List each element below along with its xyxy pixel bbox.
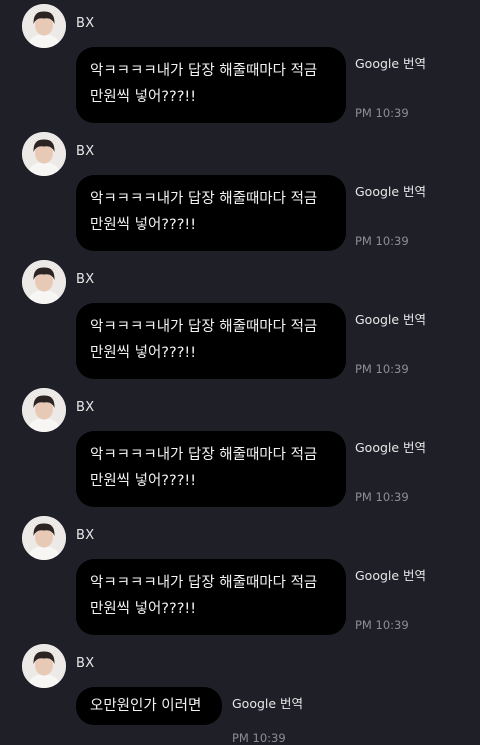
sender-name: BX [76, 16, 95, 31]
message-group: BX 악ㅋㅋㅋㅋ내가 답장 해줄때마다 적금 만원씩 넣어???!! Googl… [0, 0, 480, 128]
google-translate-link[interactable]: Google 번역 [232, 693, 303, 712]
message-group: BX 악ㅋㅋㅋㅋ내가 답장 해줄때마다 적금 만원씩 넣어???!! Googl… [0, 384, 480, 512]
sender-avatar[interactable] [22, 388, 66, 432]
avatar-photo-icon [22, 4, 66, 48]
message-bubble[interactable]: 오만원인가 이러면 [76, 687, 222, 725]
message-group: BX 오만원인가 이러면 Google 번역 PM 10:39 [0, 640, 480, 745]
message-bubble[interactable]: 악ㅋㅋㅋㅋ내가 답장 해줄때마다 적금 만원씩 넣어???!! [76, 431, 346, 507]
avatar-photo-icon [22, 132, 66, 176]
avatar-photo-icon [22, 516, 66, 560]
message-timestamp: PM 10:39 [355, 490, 409, 504]
sender-name: BX [76, 272, 95, 287]
message-bubble[interactable]: 악ㅋㅋㅋㅋ내가 답장 해줄때마다 적금 만원씩 넣어???!! [76, 559, 346, 635]
sender-name: BX [76, 528, 95, 543]
message-bubble[interactable]: 악ㅋㅋㅋㅋ내가 답장 해줄때마다 적금 만원씩 넣어???!! [76, 47, 346, 123]
google-translate-link[interactable]: Google 번역 [355, 53, 426, 72]
google-translate-link[interactable]: Google 번역 [355, 565, 426, 584]
google-translate-link[interactable]: Google 번역 [355, 437, 426, 456]
sender-avatar[interactable] [22, 516, 66, 560]
message-group: BX 악ㅋㅋㅋㅋ내가 답장 해줄때마다 적금 만원씩 넣어???!! Googl… [0, 128, 480, 256]
message-group: BX 악ㅋㅋㅋㅋ내가 답장 해줄때마다 적금 만원씩 넣어???!! Googl… [0, 256, 480, 384]
sender-avatar[interactable] [22, 4, 66, 48]
message-timestamp: PM 10:39 [355, 362, 409, 376]
sender-name: BX [76, 400, 95, 415]
sender-name: BX [76, 656, 95, 671]
sender-avatar[interactable] [22, 644, 66, 688]
message-group: BX 악ㅋㅋㅋㅋ내가 답장 해줄때마다 적금 만원씩 넣어???!! Googl… [0, 512, 480, 640]
message-timestamp: PM 10:39 [355, 106, 409, 120]
message-bubble[interactable]: 악ㅋㅋㅋㅋ내가 답장 해줄때마다 적금 만원씩 넣어???!! [76, 175, 346, 251]
avatar-photo-icon [22, 644, 66, 688]
avatar-photo-icon [22, 260, 66, 304]
google-translate-link[interactable]: Google 번역 [355, 181, 426, 200]
sender-avatar[interactable] [22, 132, 66, 176]
avatar-photo-icon [22, 388, 66, 432]
message-timestamp: PM 10:39 [355, 234, 409, 248]
chat-thread: BX 악ㅋㅋㅋㅋ내가 답장 해줄때마다 적금 만원씩 넣어???!! Googl… [0, 0, 480, 745]
sender-avatar[interactable] [22, 260, 66, 304]
message-timestamp: PM 10:39 [355, 618, 409, 632]
google-translate-link[interactable]: Google 번역 [355, 309, 426, 328]
sender-name: BX [76, 144, 95, 159]
message-bubble[interactable]: 악ㅋㅋㅋㅋ내가 답장 해줄때마다 적금 만원씩 넣어???!! [76, 303, 346, 379]
